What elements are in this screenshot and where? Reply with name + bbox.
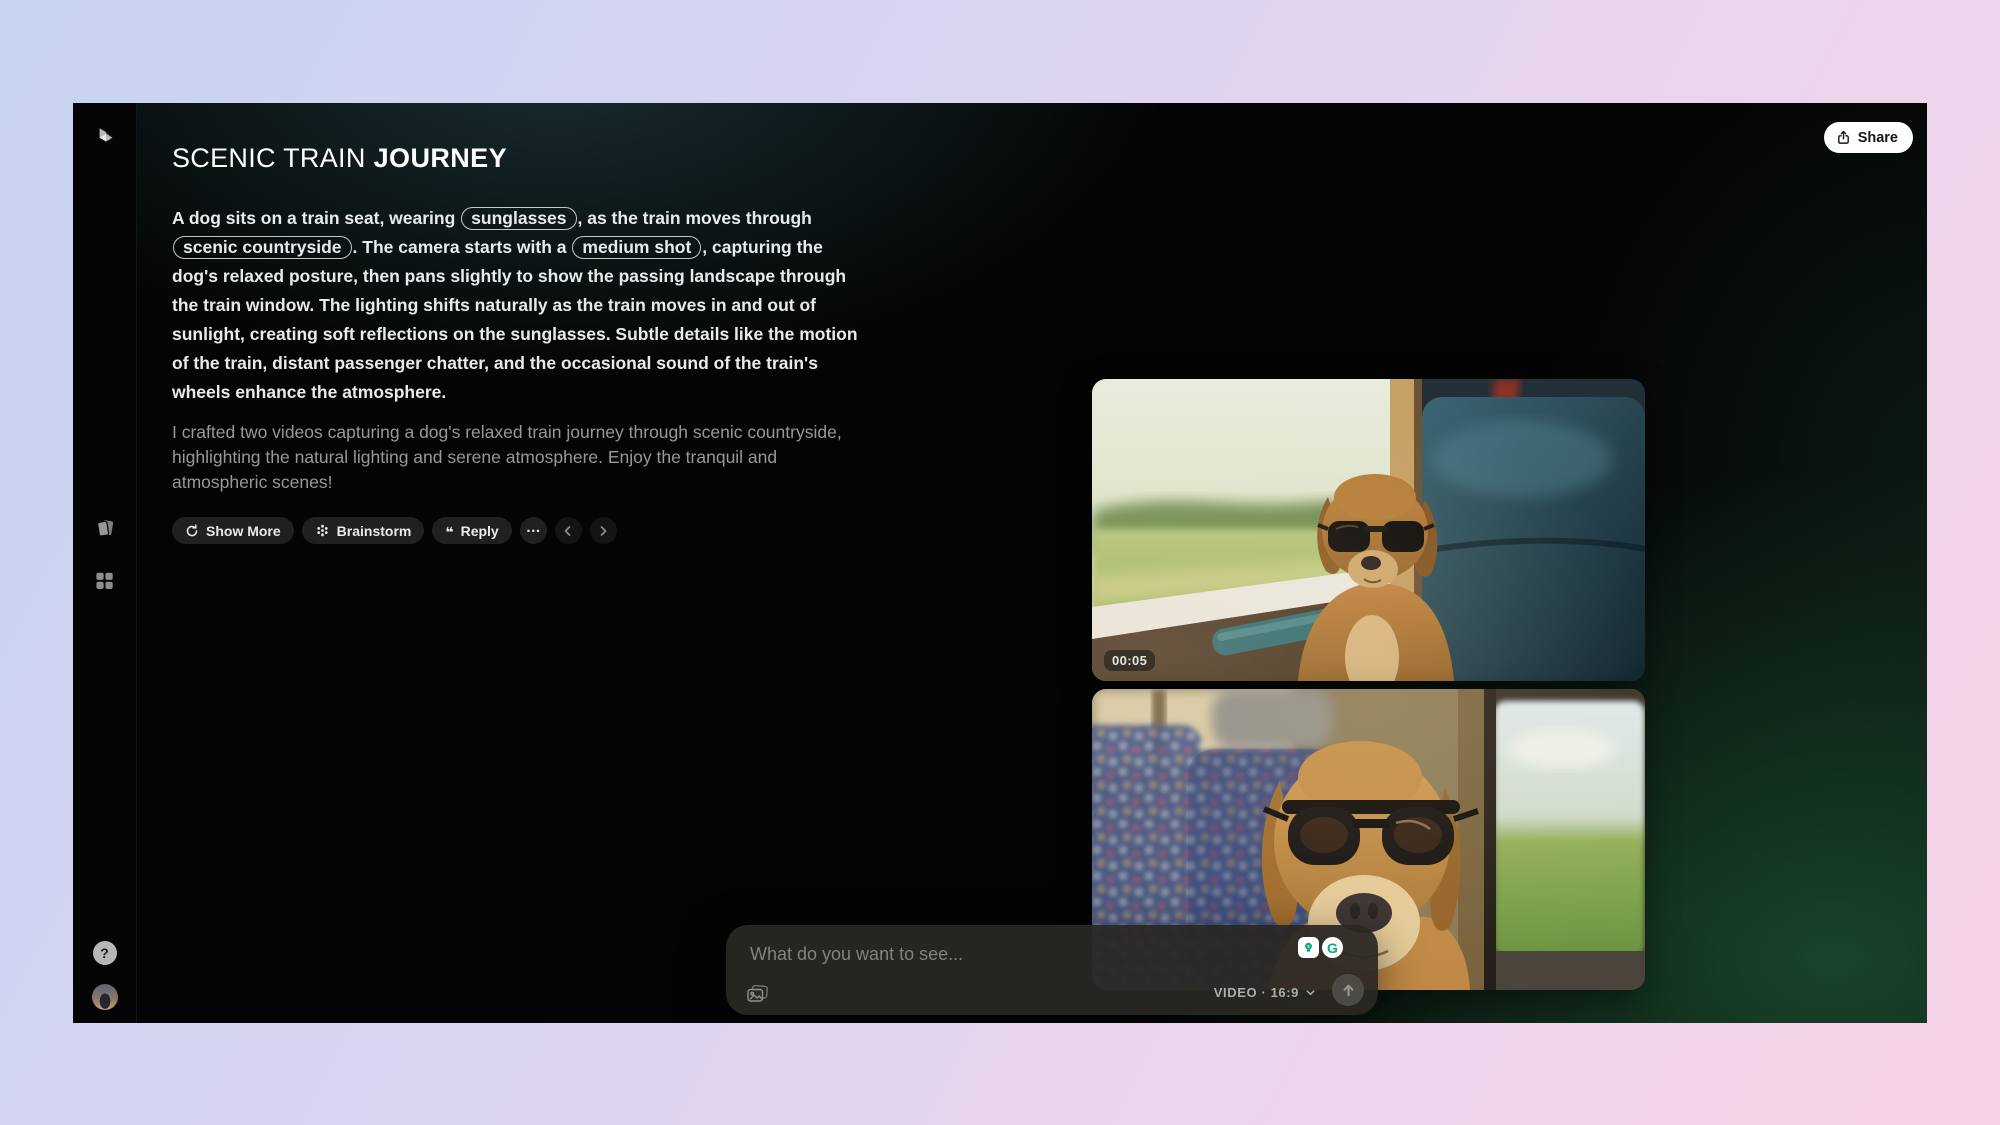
previous-button[interactable] [555, 517, 582, 544]
video-aspect-dropdown[interactable]: VIDEO · 16:9 [1208, 984, 1322, 1001]
prompt-part: . The camera starts with a [353, 237, 572, 257]
prompt-part: A dog sits on a train seat, wearing [172, 208, 460, 228]
sidebar-item-library[interactable] [89, 566, 121, 598]
more-options-button[interactable]: … [520, 517, 547, 544]
chevron-left-icon [562, 525, 574, 537]
question-icon: ? [93, 941, 117, 965]
brainstorm-button[interactable]: Brainstorm [302, 517, 425, 544]
prompt-chip-sunglasses[interactable]: sunglasses [461, 207, 576, 230]
grammarly-g-icon[interactable]: G [1322, 937, 1343, 958]
prompt-text: A dog sits on a train seat, wearing sung… [172, 204, 869, 407]
submit-button[interactable] [1332, 974, 1364, 1006]
avatar [92, 984, 118, 1010]
prompt-chip-medium-shot[interactable]: medium shot [572, 236, 701, 259]
luma-logo-icon [92, 125, 118, 154]
reply-button[interactable]: ❝ Reply [432, 517, 511, 544]
app-logo-button[interactable] [89, 123, 121, 155]
quote-icon: ❝ [445, 525, 453, 539]
next-button[interactable] [590, 517, 617, 544]
show-more-label: Show More [206, 523, 281, 539]
brainstorm-label: Brainstorm [337, 523, 412, 539]
share-button[interactable]: Share [1824, 122, 1913, 153]
conversation-column: A dog sits on a train seat, wearing sung… [172, 204, 869, 544]
prompt-part: , capturing the dog's relaxed posture, t… [172, 237, 858, 402]
video-aspect-label: VIDEO · 16:9 [1214, 985, 1299, 1000]
reply-label: Reply [461, 523, 499, 539]
page-title-bold: JOURNEY [374, 143, 507, 173]
prompt-chip-scenic-countryside[interactable]: scenic countryside [173, 236, 352, 259]
attach-media-button[interactable] [746, 984, 770, 1004]
show-more-button[interactable]: Show More [172, 517, 294, 544]
account-button[interactable] [89, 981, 121, 1013]
action-buttons-row: Show More Brainstorm ❝ Rep [172, 517, 869, 544]
arrow-up-icon [1341, 983, 1356, 998]
refresh-icon [185, 524, 199, 538]
share-button-label: Share [1858, 130, 1898, 146]
sidebar: ? [73, 103, 137, 1023]
sidebar-bottom-group: ? [73, 937, 136, 1013]
photos-icon [747, 985, 769, 1004]
chevron-right-icon [597, 525, 609, 537]
brainstorm-icon [315, 523, 330, 538]
share-icon [1836, 130, 1851, 145]
grammarly-lightbulb-icon[interactable] [1298, 937, 1319, 958]
ellipsis-icon: … [526, 520, 541, 535]
video-thumbnail-1[interactable]: 00:05 [1092, 379, 1645, 681]
grammarly-extension-badges[interactable]: G [1298, 937, 1343, 958]
sidebar-nav-group [73, 514, 136, 598]
prompt-composer: G VIDEO · 16:9 [726, 925, 1378, 1015]
video-1-scene [1092, 379, 1645, 681]
video-duration-badge: 00:05 [1104, 650, 1155, 671]
assistant-response-text: I crafted two videos capturing a dog's r… [172, 420, 869, 495]
prompt-input[interactable] [748, 940, 1172, 968]
generated-videos-column: 00:05 [1092, 379, 1645, 990]
grid-icon [95, 571, 114, 593]
help-button[interactable]: ? [89, 937, 121, 969]
prompt-part: , as the train moves through [578, 208, 812, 228]
boards-icon [94, 518, 116, 543]
chevron-down-icon [1305, 987, 1316, 998]
sidebar-item-boards[interactable] [89, 514, 121, 546]
page-background: ? SCENIC TRAIN JOURNEY Share A dog sits o… [0, 0, 2000, 1125]
app-window: ? SCENIC TRAIN JOURNEY Share A dog sits o… [73, 103, 1927, 1023]
page-title: SCENIC TRAIN JOURNEY [172, 143, 507, 174]
page-title-regular: SCENIC TRAIN [172, 143, 366, 173]
